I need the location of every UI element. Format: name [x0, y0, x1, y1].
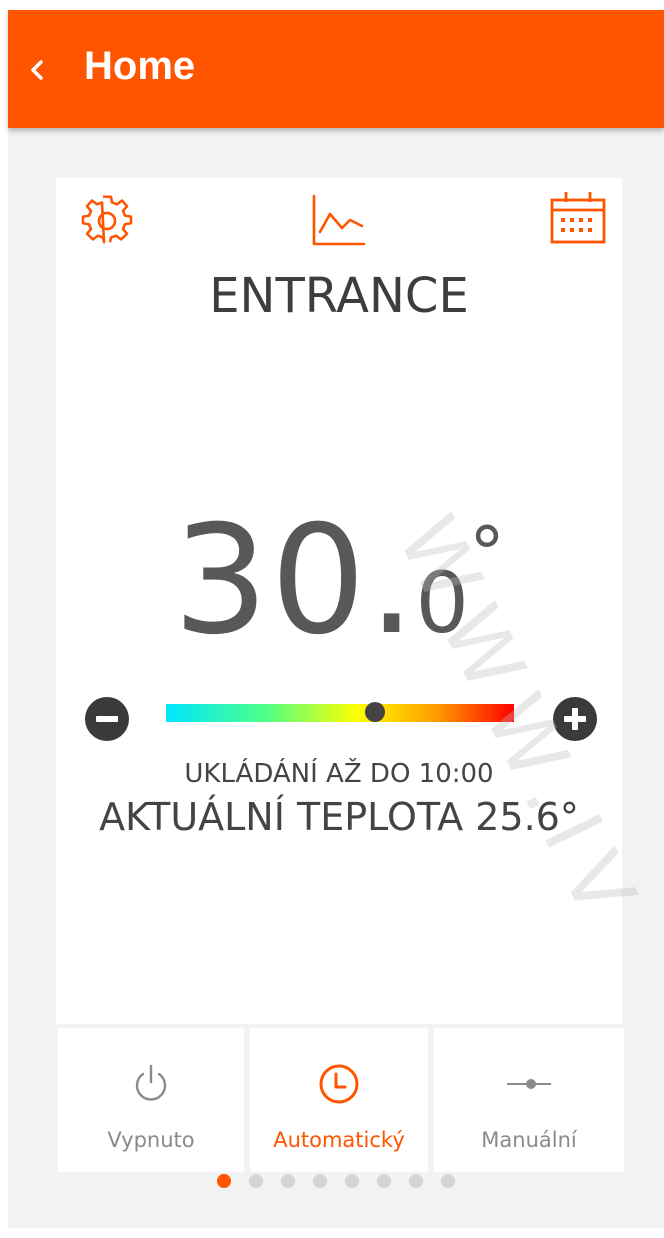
setpoint-integer: 30: [172, 494, 368, 668]
setpoint-display: 30.0°: [56, 496, 622, 688]
temperature-slider[interactable]: [166, 702, 514, 722]
line-chart-icon: [312, 194, 366, 246]
increase-temp-button[interactable]: [552, 696, 598, 742]
gear-icon: [81, 195, 133, 244]
minus-circle-icon: [85, 697, 129, 741]
page-title: Home: [84, 44, 196, 88]
hold-until-text: UKLÁDÁNÍ AŽ DO 10:00: [184, 759, 494, 789]
thermostat-card: ENTRANCE 30.0° UKLÁDÁNÍ AŽ DO 10:00 AKTU…: [56, 178, 622, 1024]
mode-off-button[interactable]: Vypnuto: [58, 1028, 244, 1172]
slider-icon: [507, 1079, 551, 1089]
mode-auto-button[interactable]: Automatický: [250, 1028, 428, 1172]
page-dot[interactable]: [409, 1174, 423, 1188]
clock-icon: [319, 1064, 359, 1104]
back-button[interactable]: [24, 50, 50, 90]
current-temperature: AKTUÁLNÍ TEPLOTA 25.6°: [99, 795, 579, 839]
mode-manual-button[interactable]: Manuální: [434, 1028, 624, 1172]
setpoint-degree: °: [469, 511, 505, 595]
decrease-temp-button[interactable]: [84, 696, 130, 742]
plus-circle-icon: [553, 697, 597, 741]
mode-off-label: Vypnuto: [107, 1128, 195, 1152]
page-dot[interactable]: [377, 1174, 391, 1188]
app-bar: Home: [8, 10, 664, 128]
calendar-button[interactable]: [548, 188, 608, 248]
setpoint-decimal-point: .: [367, 494, 416, 668]
chart-button[interactable]: [310, 192, 368, 248]
app-screen: Home ENTRANCE 30.0° UKLÁDÁNÍ AŽ DO 10:00…: [8, 10, 664, 1228]
zone-name: ENTRANCE: [209, 268, 469, 324]
page-dot[interactable]: [249, 1174, 263, 1188]
temperature-slider-thumb[interactable]: [364, 702, 385, 722]
mode-auto-label: Automatický: [273, 1128, 405, 1152]
mode-selector: Vypnuto Automatický Manuální: [58, 1028, 624, 1172]
page-dot[interactable]: [217, 1174, 231, 1188]
page-dot[interactable]: [313, 1174, 327, 1188]
chevron-left-icon: [31, 60, 43, 80]
page-dot[interactable]: [345, 1174, 359, 1188]
page-dot[interactable]: [281, 1174, 295, 1188]
page-indicator: [8, 1174, 664, 1190]
calendar-icon: [550, 192, 606, 244]
page-dot[interactable]: [441, 1174, 455, 1188]
settings-button[interactable]: [80, 194, 134, 248]
setpoint-decimal: 0: [415, 554, 469, 652]
mode-manual-label: Manuální: [481, 1128, 577, 1152]
power-icon: [135, 1064, 167, 1101]
